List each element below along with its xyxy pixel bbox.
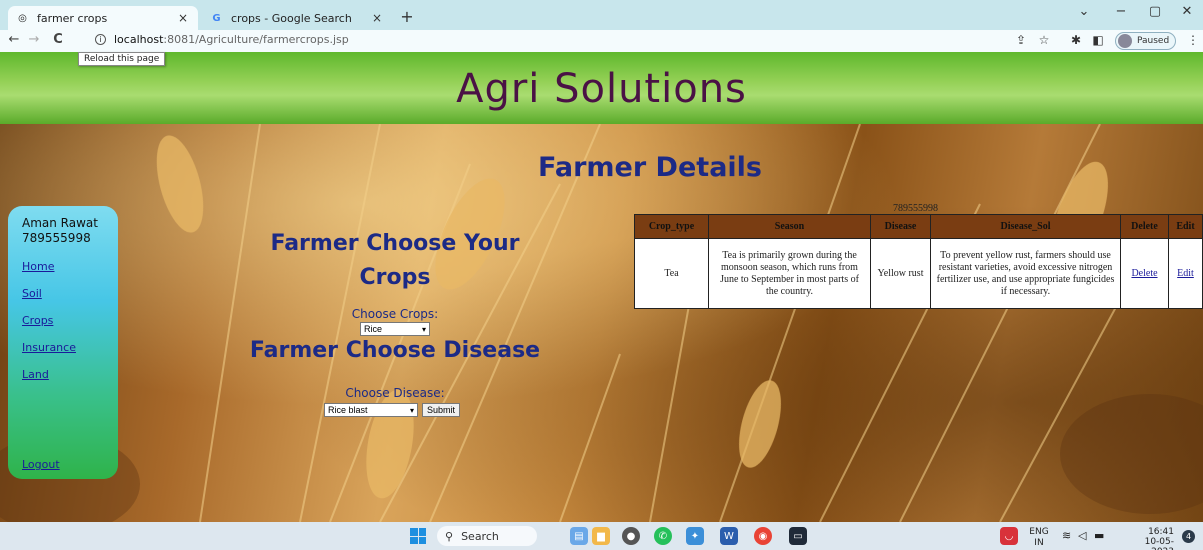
url-path: :8081/Agriculture/farmercrops.jsp (163, 33, 349, 46)
app-icon[interactable]: ✦ (686, 527, 704, 545)
column-header: Edit (1168, 214, 1203, 239)
app-icon[interactable]: ● (622, 527, 640, 545)
side-panel-icon[interactable]: ◧ (1090, 33, 1106, 47)
url-host: localhost (114, 33, 164, 46)
volume-icon[interactable]: ◁ (1078, 530, 1086, 541)
site-title: Agri Solutions (456, 66, 747, 112)
avatar (1118, 34, 1132, 48)
season-cell: Tea is primarily grown during the monsoo… (708, 238, 871, 309)
edit-cell: Edit (1168, 238, 1203, 309)
clock[interactable]: 16:41 10-05-2023 (1122, 527, 1174, 550)
chrome-icon[interactable]: ◉ (754, 527, 772, 545)
reload-icon[interactable]: C (50, 32, 66, 47)
crops-select-value: Rice (364, 324, 383, 334)
profile-button[interactable]: Paused (1115, 32, 1177, 50)
column-header: Disease_Sol (930, 214, 1121, 239)
info-icon[interactable]: i (95, 34, 106, 45)
widgets-icon[interactable]: ▤ (570, 527, 588, 545)
minimize-button[interactable]: − (1110, 4, 1132, 19)
column-header: Crop_type (634, 214, 709, 239)
windows-start-icon[interactable] (410, 528, 426, 544)
disease-select[interactable]: Rice blast ▾ (324, 403, 418, 417)
edit-link[interactable]: Edit (1177, 268, 1194, 279)
maximize-button[interactable]: ▢ (1144, 4, 1166, 19)
user-phone: 789555998 (22, 231, 91, 245)
table-header-row: Crop_type Season Disease Disease_Sol Del… (634, 214, 1203, 239)
profile-status: Paused (1137, 36, 1170, 46)
url-field[interactable]: i localhost:8081/Agriculture/farmercrops… (95, 33, 349, 46)
tab-title: farmer crops (37, 11, 108, 25)
sidebar-item-crops[interactable]: Crops (22, 314, 118, 327)
submit-button[interactable]: Submit (422, 403, 461, 417)
whatsapp-icon[interactable]: ✆ (654, 527, 672, 545)
chevron-down-icon: ▾ (409, 405, 414, 415)
sidebar-item-soil[interactable]: Soil (22, 287, 118, 300)
table-phone-number: 789555998 (893, 203, 938, 214)
new-tab-button[interactable]: + (398, 7, 416, 26)
tab-google-search[interactable]: G crops - Google Search × (202, 6, 392, 30)
reload-tooltip: Reload this page (78, 52, 166, 66)
logout-link[interactable]: Logout (22, 458, 60, 471)
wheat-stalks-decoration (0, 124, 1203, 522)
column-header: Delete (1120, 214, 1169, 239)
choose-disease-title: Farmer Choose Disease (249, 338, 541, 363)
delete-link[interactable]: Delete (1131, 268, 1157, 279)
extensions-icon[interactable]: ✱ (1068, 33, 1084, 47)
tab-title: crops - Google Search (231, 11, 352, 25)
close-window-button[interactable]: ✕ (1176, 4, 1198, 19)
crops-select[interactable]: Rice ▾ (360, 322, 430, 336)
wifi-icon[interactable]: ≋ (1062, 530, 1071, 541)
choose-disease-label: Choose Disease: (345, 386, 445, 400)
disease-cell: Yellow rust (870, 238, 931, 309)
site-header: Agri Solutions (0, 52, 1203, 124)
battery-icon[interactable]: ▬ (1094, 530, 1104, 541)
tab-farmer-crops[interactable]: ◎ farmer crops × (8, 6, 198, 30)
user-name: Aman Rawat (22, 216, 98, 230)
chevron-down-icon: ▾ (421, 324, 426, 334)
farmer-details-table: Crop_type Season Disease Disease_Sol Del… (634, 214, 1203, 309)
forward-arrow-icon[interactable]: → (26, 32, 42, 47)
region-code: IN (1034, 538, 1044, 548)
globe-icon: ◎ (18, 12, 27, 24)
taskbar-search[interactable]: ⚲ Search (437, 526, 537, 546)
back-arrow-icon[interactable]: ← (6, 32, 22, 47)
notification-badge[interactable]: 4 (1182, 530, 1195, 543)
disease-select-value: Rice blast (328, 405, 368, 415)
share-icon[interactable]: ⇪ (1013, 33, 1029, 47)
search-icon: ⚲ (445, 529, 454, 543)
choose-crops-label: Choose Crops: (351, 307, 439, 321)
close-tab-icon[interactable]: × (370, 11, 384, 25)
sidebar: Aman Rawat 789555998 Home Soil Crops Ins… (8, 206, 118, 479)
language-indicator[interactable]: ENG IN (1026, 528, 1052, 548)
column-header: Disease (870, 214, 931, 239)
terminal-icon[interactable]: ▭ (789, 527, 807, 545)
table-row: Tea Tea is primarily grown during the mo… (634, 238, 1203, 309)
disease-solution-cell: To prevent yellow rust, farmers should u… (930, 238, 1121, 309)
web-page: Agri Solutions Farmer Details Aman Rawat… (0, 52, 1203, 522)
sidebar-item-land[interactable]: Land (22, 368, 118, 381)
google-icon: G (212, 12, 221, 24)
taskbar: ⚲ Search ▤ ▆ ● ✆ ✦ W ◉ ▭ ◡ ENG IN ≋ ◁ ▬ … (0, 522, 1203, 550)
menu-kebab-icon[interactable]: ⋮ (1185, 33, 1201, 47)
close-tab-icon[interactable]: × (176, 11, 190, 25)
security-shield-icon[interactable]: ◡ (1000, 527, 1018, 545)
sidebar-item-insurance[interactable]: Insurance (22, 341, 118, 354)
taskbar-search-label: Search (461, 529, 499, 543)
choose-crops-title: Farmer Choose Your Crops (270, 231, 520, 290)
sidebar-item-home[interactable]: Home (22, 260, 118, 273)
address-bar: ← → C i localhost:8081/Agriculture/farme… (0, 30, 1203, 52)
delete-cell: Delete (1120, 238, 1169, 309)
clock-time: 16:41 (1148, 527, 1174, 537)
browser-tab-bar: ◎ farmer crops × G crops - Google Search… (0, 0, 1203, 30)
word-icon[interactable]: W (720, 527, 738, 545)
farmer-details-title: Farmer Details (538, 152, 762, 183)
column-header: Season (708, 214, 871, 239)
language-code: ENG (1029, 527, 1049, 537)
crop-type-cell: Tea (634, 238, 709, 309)
clock-date: 10-05-2023 (1144, 537, 1174, 550)
tab-search-icon[interactable]: ⌄ (1073, 4, 1095, 19)
wheat-background: Farmer Details Aman Rawat 789555998 Home… (0, 124, 1203, 522)
bookmark-star-icon[interactable]: ☆ (1036, 33, 1052, 47)
file-explorer-icon[interactable]: ▆ (592, 527, 610, 545)
